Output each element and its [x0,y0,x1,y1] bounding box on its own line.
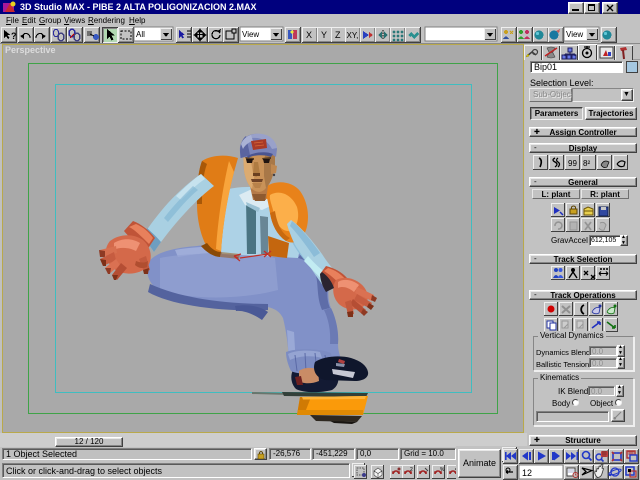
svg-text:?: ? [11,31,17,41]
svg-text:All: All [136,30,145,39]
svg-text:View: View [566,30,583,39]
svg-text:XY,: XY, [347,31,359,40]
svg-text:12: 12 [522,468,532,478]
svg-text:X: X [306,30,312,40]
svg-text:2: 2 [410,467,413,473]
svg-text:Z: Z [335,30,341,40]
svg-text:8²: 8² [583,159,590,168]
svg-text:Y: Y [321,30,327,40]
svg-text:View: View [242,30,259,39]
svg-text:%: % [440,467,445,473]
svg-text:99: 99 [568,159,577,168]
